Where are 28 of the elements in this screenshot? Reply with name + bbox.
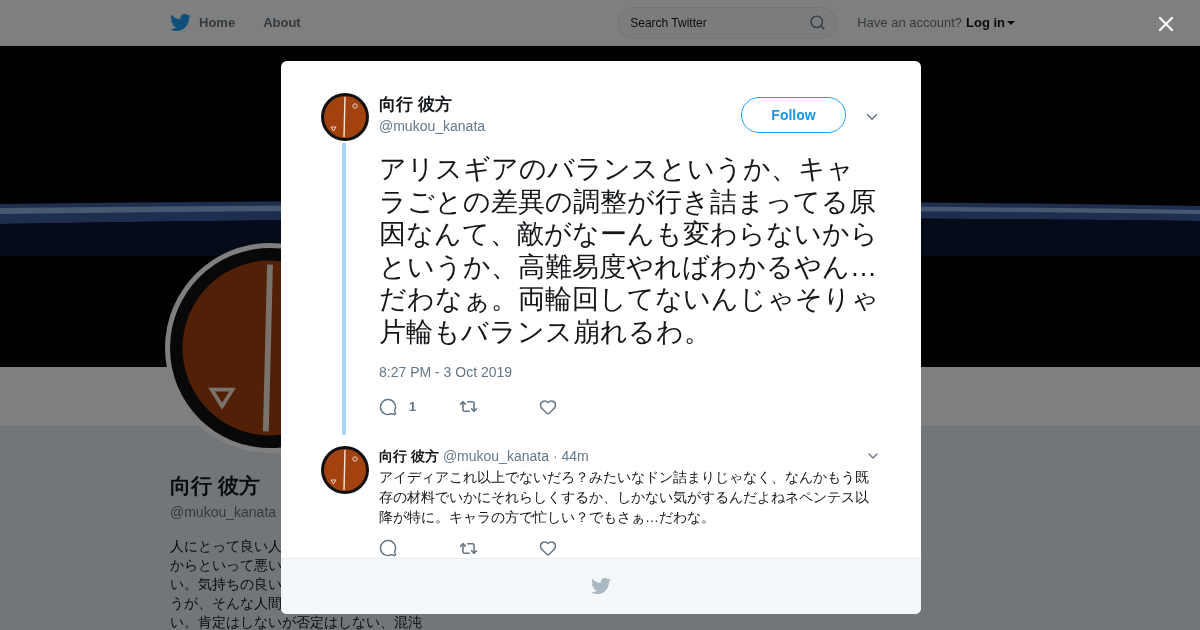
reply-count: 1 — [409, 398, 417, 416]
reply-text: アイディアこれ以上でないだろ？みたいなドン詰まりじゃなく、なんかもう既存の材料でいかにそれらしくするか、しかない気がするんだよねネペンテス以降が特に。キャラの方で忙しい？でもさぁ…だわな。 — [379, 467, 870, 527]
avatar — [321, 93, 369, 141]
like-icon[interactable] — [539, 539, 557, 557]
reply-icon[interactable] — [379, 397, 397, 416]
tweet-text: アリスギアのバランスというか、キャラごとの差異の調整が行き詰まってる原因なんて、敵がなーんも変わらないからというか、高難易度やればわかるやん…だわなぁ。両輪回してないんじゃそりゃ片輪もバランス崩れるわ。 — [379, 153, 879, 348]
profile-handle: @mukou_kanata — [170, 503, 277, 522]
author-name: 向行 彼方 — [379, 94, 453, 116]
search-icon[interactable] — [809, 13, 827, 31]
reply-author-name: 向行 彼方 — [379, 446, 439, 466]
nav-link[interactable]: Home — [199, 12, 236, 33]
bio-line: い。気持ちの良い — [170, 575, 282, 594]
tweet-timestamp: 8:27 PM - 3 Oct 2019 — [379, 363, 514, 382]
search-field[interactable]: Search Twitter — [617, 6, 838, 39]
author-handle: @mukou_kanata — [379, 117, 486, 136]
account-prompt: Have an account? — [857, 13, 962, 32]
bio-line: い。肯定はしないが否定はしない、混沌 — [170, 613, 422, 630]
reply-age: · 44m — [552, 446, 589, 466]
reply-author-handle: @mukou_kanata — [442, 446, 549, 466]
bio-line: うが、そんな人間 — [170, 594, 282, 613]
profile-name: 向行 彼方 — [170, 473, 260, 499]
like-icon[interactable] — [539, 397, 557, 416]
login-link[interactable]: Log in — [966, 12, 1015, 33]
bio-line: からといって悪い — [170, 556, 282, 575]
nav-link[interactable]: About — [263, 12, 301, 33]
avatar — [321, 445, 369, 494]
bio-line: 人にとって良い人 — [170, 537, 282, 556]
reply-icon[interactable] — [379, 539, 397, 557]
